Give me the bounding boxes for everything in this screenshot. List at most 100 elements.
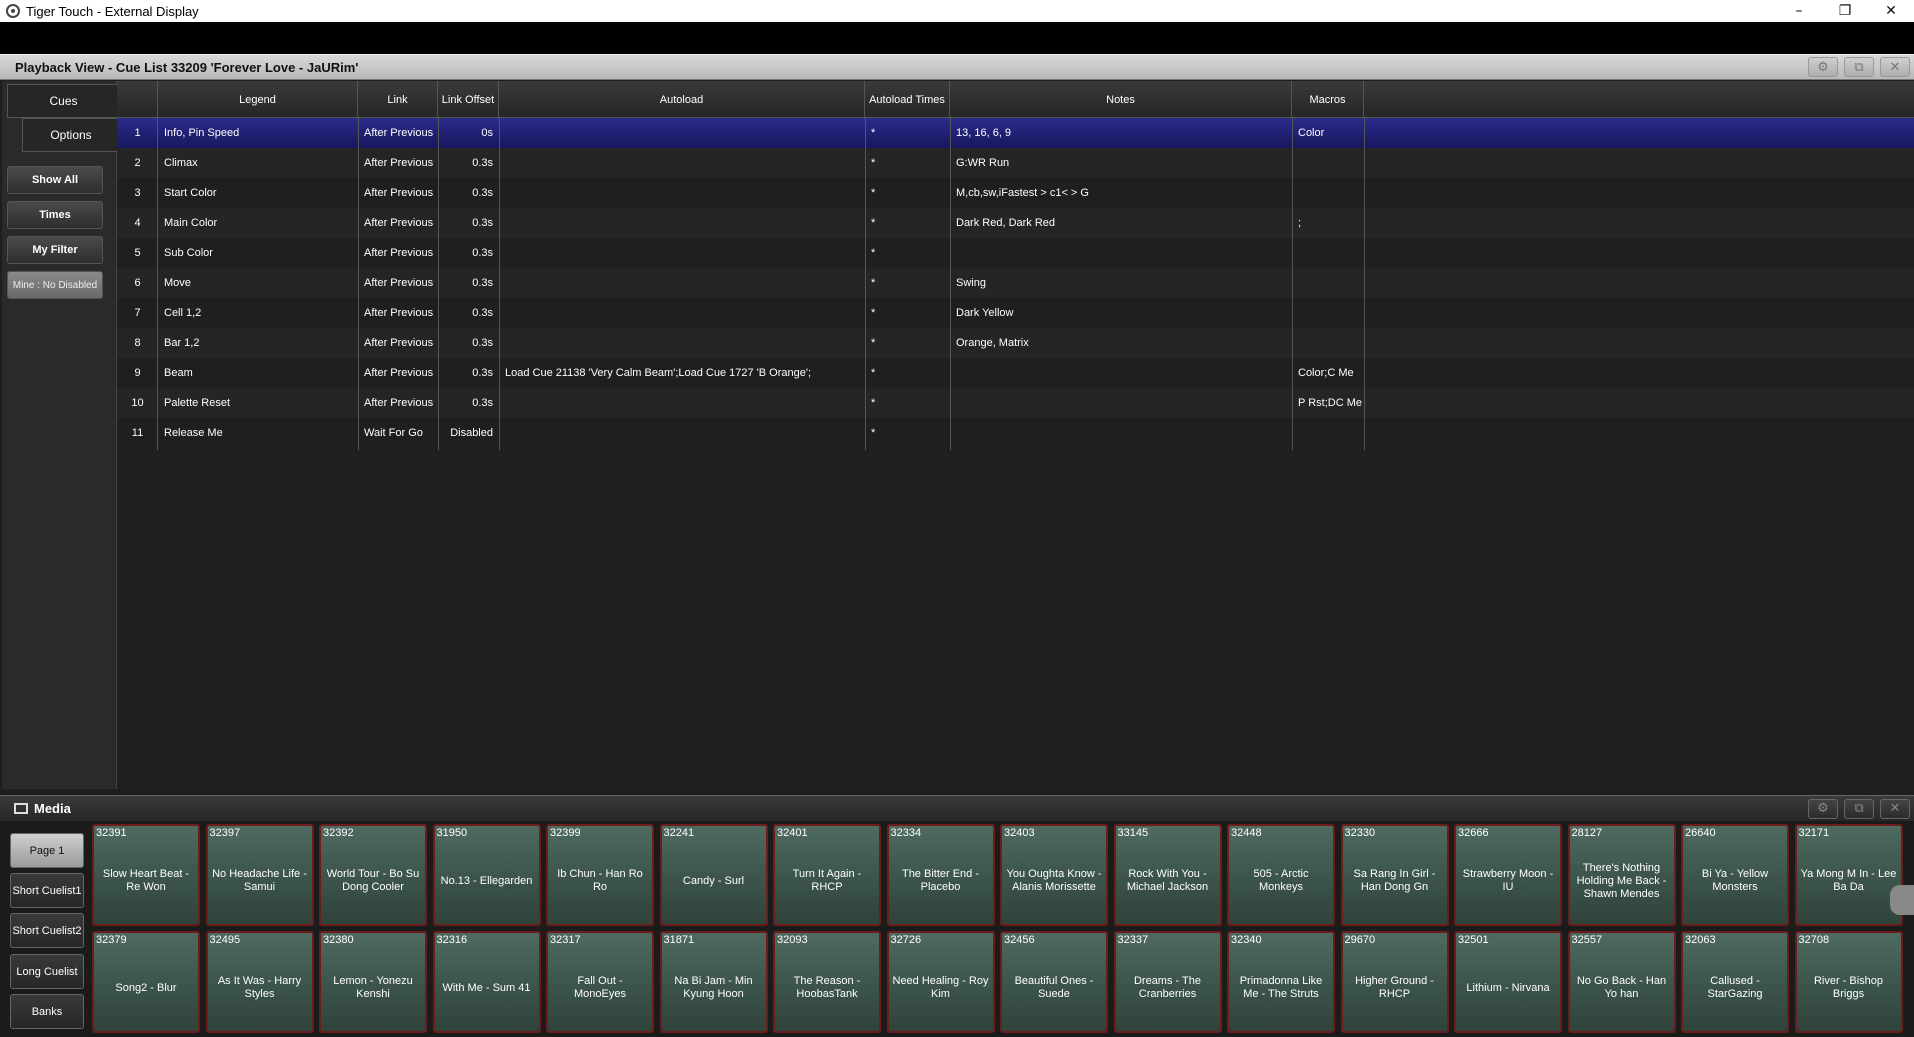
app-icon: [6, 4, 20, 18]
close-icon[interactable]: ✕: [1868, 0, 1914, 22]
cue-notes: Swing: [956, 277, 986, 289]
media-cue-tile[interactable]: 32317 Fall Out - MonoEyes: [546, 931, 654, 1033]
media-cue-tile[interactable]: 32708 River - Bishop Briggs: [1794, 931, 1903, 1033]
tab-options[interactable]: Options: [22, 118, 120, 152]
my-filter-button[interactable]: My Filter: [7, 236, 103, 264]
media-cue-tile[interactable]: 32340 Primadonna Like Me - The Struts: [1227, 931, 1335, 1033]
tile-handle-number: 32448: [1231, 827, 1262, 839]
media-cue-tile[interactable]: 32456 Beautiful Ones - Suede: [1000, 931, 1108, 1033]
media-cue-tile[interactable]: 32501 Lithium - Nirvana: [1454, 931, 1562, 1033]
gear-icon[interactable]: ⚙: [1808, 798, 1838, 819]
page-button-banks[interactable]: Banks: [10, 994, 84, 1029]
cue-number: 2: [134, 157, 141, 169]
media-cue-tile[interactable]: 31871 Na Bi Jam - Min Kyung Hoon: [659, 931, 768, 1033]
cue-link-offset: 0.3s: [472, 247, 493, 259]
cue-autoload: [499, 178, 865, 208]
tile-label: Lithium - Nirvana: [1466, 981, 1550, 994]
media-cue-tile[interactable]: 31950 No.13 - Ellegarden: [432, 824, 541, 926]
media-cue-tile[interactable]: 26640 Bi Ya - Yellow Monsters: [1681, 824, 1789, 926]
tile-label: Strawberry Moon - IU: [1462, 868, 1554, 893]
media-cue-tile[interactable]: 32495 As It Was - Harry Styles: [205, 931, 314, 1033]
cue-link: After Previous: [364, 157, 434, 169]
cue-macros: [1292, 148, 1364, 178]
media-cue-tile[interactable]: 29670 Higher Ground - RHCP: [1340, 931, 1449, 1033]
os-titlebar: Tiger Touch - External Display – ❐ ✕: [0, 0, 1914, 22]
media-cue-tile[interactable]: 32397 No Headache Life - Samui: [205, 824, 314, 926]
close-icon[interactable]: ✕: [1880, 57, 1910, 77]
scroll-handle[interactable]: [1890, 885, 1914, 915]
tile-handle-number: 32316: [436, 934, 468, 946]
tile-handle-number: 32399: [550, 827, 581, 839]
table-row[interactable]: 8 Bar 1,2 After Previous 0.3s * Orange, Matri…: [117, 328, 1914, 358]
table-row[interactable]: 1 Info, Pin Speed After Previous 0s * 13, 16,…: [117, 118, 1914, 148]
tab-cues[interactable]: Cues: [7, 84, 120, 118]
column-header-autoload[interactable]: Autoload: [499, 81, 865, 118]
tile-handle-number: 32397: [209, 827, 241, 839]
media-cue-tile[interactable]: 32726 Need Healing - Roy Kim: [886, 931, 995, 1033]
tile-label: Callused - StarGazing: [1707, 975, 1763, 1000]
show-all-button[interactable]: Show All: [7, 166, 103, 194]
media-cue-tile[interactable]: 32171 Ya Mong M In - Lee Ba Da: [1794, 824, 1903, 926]
page-button-long-cuelist[interactable]: Long Cuelist: [10, 954, 84, 989]
column-header-legend[interactable]: Legend: [158, 81, 358, 118]
media-cue-tile[interactable]: 32380 Lemon - Yonezu Kenshi: [319, 931, 427, 1033]
cue-legend: Climax: [164, 157, 198, 169]
media-cue-tile[interactable]: 33145 Rock With You - Michael Jackson: [1113, 824, 1222, 926]
column-header-link[interactable]: Link: [358, 81, 438, 118]
page-button-page-1[interactable]: Page 1: [10, 833, 84, 868]
column-header-macros[interactable]: Macros: [1292, 81, 1364, 118]
table-row[interactable]: 4 Main Color After Previous 0.3s * Dark Red, …: [117, 208, 1914, 238]
cue-link: Wait For Go: [364, 427, 423, 439]
page-button-short-cuelist1[interactable]: Short Cuelist1: [10, 873, 84, 908]
media-cue-tile[interactable]: 32063 Callused - StarGazing: [1681, 931, 1789, 1033]
table-row[interactable]: 5 Sub Color After Previous 0.3s *: [117, 238, 1914, 268]
column-header-link-offset[interactable]: Link Offset: [438, 81, 499, 118]
cue-autoload-times: *: [871, 367, 876, 379]
media-cue-tile[interactable]: 32241 Candy - Surl: [659, 824, 768, 926]
media-cue-tile[interactable]: 32448 505 - Arctic Monkeys: [1227, 824, 1335, 926]
minimize-icon[interactable]: –: [1776, 0, 1822, 22]
media-cue-tile[interactable]: 32392 World Tour - Bo Su Dong Cooler: [319, 824, 427, 926]
restore-icon[interactable]: ❐: [1822, 0, 1868, 22]
media-cue-tile[interactable]: 32330 Sa Rang In Girl - Han Dong Gn: [1340, 824, 1449, 926]
media-cue-tile[interactable]: 32334 The Bitter End - Placebo: [886, 824, 995, 926]
media-cue-tile[interactable]: 32399 Ib Chun - Han Ro Ro: [546, 824, 654, 926]
tile-label: No.13 - Ellegarden: [440, 874, 533, 887]
media-cue-tile[interactable]: 32666 Strawberry Moon - IU: [1454, 824, 1562, 926]
gear-icon[interactable]: ⚙: [1808, 57, 1838, 77]
column-header-notes[interactable]: Notes: [950, 81, 1292, 118]
restore-icon[interactable]: ⧉: [1844, 57, 1874, 77]
tile-handle-number: 32495: [209, 934, 241, 946]
media-cue-tile[interactable]: 32391 Slow Heart Beat - Re Won: [92, 824, 200, 926]
table-row[interactable]: 11 Release Me Wait For Go Disabled *: [117, 418, 1914, 448]
cue-link-offset: 0.3s: [472, 157, 493, 169]
table-row[interactable]: 10 Palette Reset After Previous 0.3s * P Rst;…: [117, 388, 1914, 418]
close-icon[interactable]: ✕: [1880, 798, 1910, 819]
times-button[interactable]: Times: [7, 201, 103, 229]
tile-handle-number: 32708: [1798, 934, 1830, 946]
media-cue-tile[interactable]: 32557 No Go Back - Han Yo han: [1567, 931, 1676, 1033]
table-row[interactable]: 6 Move After Previous 0.3s * Swing: [117, 268, 1914, 298]
column-header-autoload-times[interactable]: Autoload Times: [865, 81, 950, 118]
table-row[interactable]: 2 Climax After Previous 0.3s * G:WR Run: [117, 148, 1914, 178]
media-cue-tile[interactable]: 32403 You Oughta Know - Alanis Morissette: [1000, 824, 1108, 926]
tile-handle-number: 32093: [777, 934, 808, 946]
table-row[interactable]: 3 Start Color After Previous 0.3s * M,cb,sw,i…: [117, 178, 1914, 208]
media-cue-tile[interactable]: 32337 Dreams - The Cranberries: [1113, 931, 1222, 1033]
page-button-short-cuelist2[interactable]: Short Cuelist2: [10, 913, 84, 948]
tile-handle-number: 32334: [890, 827, 922, 839]
tile-label: Song2 - Blur: [115, 981, 177, 994]
restore-icon[interactable]: ⧉: [1844, 798, 1874, 819]
media-cue-tile[interactable]: 32093 The Reason - HoobasTank: [773, 931, 881, 1033]
media-cue-tile[interactable]: 32401 Turn It Again - RHCP: [773, 824, 881, 926]
media-cue-tile[interactable]: 28127 There's Nothing Holding Me Back - S…: [1567, 824, 1676, 926]
media-cue-tile[interactable]: 32379 Song2 - Blur: [92, 931, 200, 1033]
table-row[interactable]: 9 Beam After Previous 0.3s Load Cue 21138 'V…: [117, 358, 1914, 388]
cue-number: 6: [134, 277, 141, 289]
mine-filter-button[interactable]: Mine : No Disabled: [7, 271, 103, 299]
cue-number: 3: [134, 187, 141, 199]
table-row[interactable]: 7 Cell 1,2 After Previous 0.3s * Dark Yellow: [117, 298, 1914, 328]
tile-label: The Bitter End - Placebo: [901, 868, 980, 893]
cue-link-offset: 0.3s: [472, 217, 493, 229]
media-cue-tile[interactable]: 32316 With Me - Sum 41: [432, 931, 541, 1033]
